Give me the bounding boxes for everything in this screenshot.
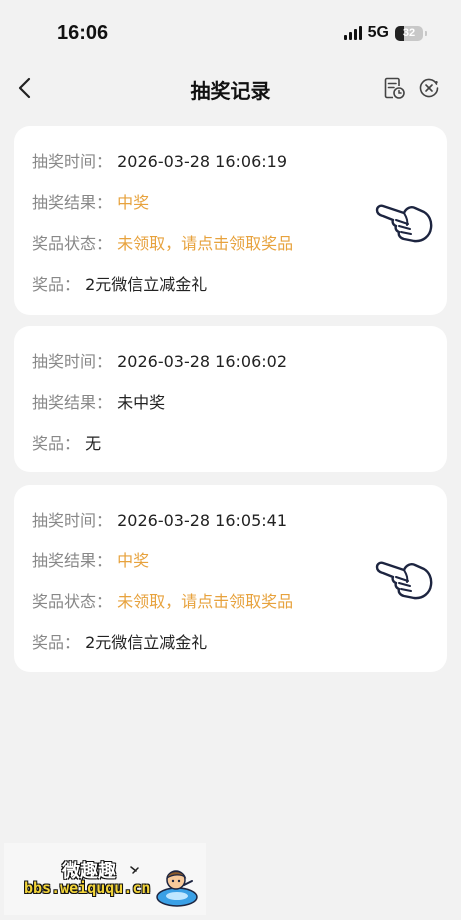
- pointing-hand-icon[interactable]: [374, 198, 434, 246]
- time-label: 抽奖时间：: [32, 511, 113, 530]
- network-label: 5G: [367, 24, 389, 41]
- record-card[interactable]: 抽奖时间： 2026-03-28 16:06:02 抽奖结果： 未中奖 奖品： …: [14, 326, 447, 472]
- sparkle-icon: [130, 866, 139, 874]
- status-bar: 16:06 5G 32: [0, 0, 461, 66]
- battery-icon: 32: [395, 25, 427, 41]
- record-result: 中奖: [117, 193, 150, 212]
- record-prize: 2元微信立减金礼: [85, 633, 208, 652]
- record-time: 2026-03-28 16:05:41: [117, 511, 288, 530]
- record-card[interactable]: 抽奖时间： 2026-03-28 16:06:19 抽奖结果： 中奖 奖品状态：…: [14, 126, 447, 315]
- record-time: 2026-03-28 16:06:19: [117, 152, 288, 171]
- status-label: 奖品状态：: [32, 592, 113, 611]
- record-prize-row: 奖品： 2元微信立减金礼: [32, 629, 207, 653]
- signal-icon: [343, 26, 362, 40]
- result-label: 抽奖结果：: [32, 193, 113, 212]
- record-result-row: 抽奖结果： 中奖: [32, 189, 149, 213]
- status-label: 奖品状态：: [32, 234, 113, 253]
- status-time: 16:06: [57, 22, 109, 44]
- time-label: 抽奖时间：: [32, 152, 113, 171]
- claim-prize-link[interactable]: 未领取，请点击领取奖品: [117, 592, 293, 611]
- record-time-row: 抽奖时间： 2026-03-28 16:05:41: [32, 507, 287, 531]
- record-card[interactable]: 抽奖时间： 2026-03-28 16:05:41 抽奖结果： 中奖 奖品状态：…: [14, 485, 447, 672]
- record-status-row[interactable]: 奖品状态： 未领取，请点击领取奖品: [32, 230, 293, 254]
- record-prize-row: 奖品： 无: [32, 430, 101, 454]
- close-circle-icon[interactable]: [418, 77, 440, 99]
- record-prize: 无: [85, 434, 102, 453]
- record-time: 2026-03-28 16:06:02: [117, 352, 288, 371]
- claim-prize-link[interactable]: 未领取，请点击领取奖品: [117, 234, 293, 253]
- result-label: 抽奖结果：: [32, 393, 113, 412]
- mascot-icon: [156, 870, 198, 907]
- record-prize-row: 奖品： 2元微信立减金礼: [32, 271, 207, 295]
- record-result-row: 抽奖结果： 未中奖: [32, 389, 165, 413]
- pointing-hand-icon[interactable]: [374, 555, 434, 603]
- record-prize: 2元微信立减金礼: [85, 275, 208, 294]
- document-clock-icon[interactable]: [382, 76, 406, 100]
- record-result: 中奖: [117, 551, 150, 570]
- record-status-row[interactable]: 奖品状态： 未领取，请点击领取奖品: [32, 588, 293, 612]
- watermark: 微趣趣 bbs.weiququ.cn: [4, 843, 206, 915]
- battery-level: 32: [402, 26, 416, 39]
- result-label: 抽奖结果：: [32, 551, 113, 570]
- prize-label: 奖品：: [32, 434, 81, 453]
- nav-bar: 抽奖记录: [0, 66, 461, 112]
- record-time-row: 抽奖时间： 2026-03-28 16:06:02: [32, 348, 287, 372]
- prize-label: 奖品：: [32, 275, 81, 294]
- record-result-row: 抽奖结果： 中奖: [32, 547, 149, 571]
- prize-label: 奖品：: [32, 633, 81, 652]
- time-label: 抽奖时间：: [32, 352, 113, 371]
- status-indicators: 5G 32: [343, 24, 427, 42]
- watermark-url: bbs.weiququ.cn: [24, 879, 151, 897]
- record-result: 未中奖: [117, 393, 166, 412]
- record-time-row: 抽奖时间： 2026-03-28 16:06:19: [32, 148, 287, 172]
